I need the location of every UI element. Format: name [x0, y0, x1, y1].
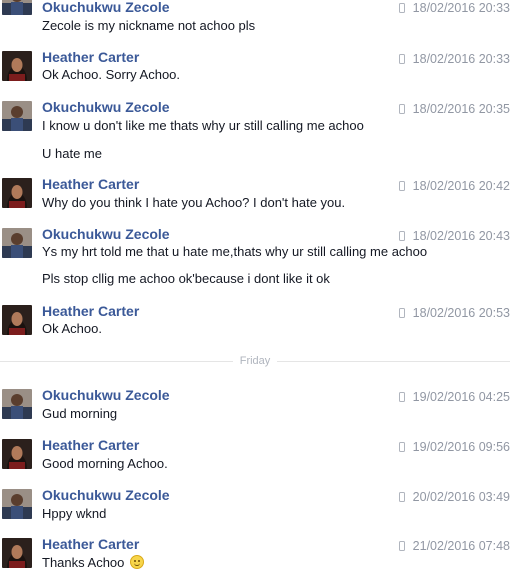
mobile-phone-icon [398, 492, 405, 502]
timestamp: 20/02/2016 03:49 [398, 489, 510, 505]
timestamp: 18/02/2016 20:33 [398, 0, 510, 16]
message-text: Gud morning [42, 406, 118, 421]
avatar[interactable] [2, 178, 32, 208]
message-text: Why do you think I hate you Achoo? I don… [42, 195, 346, 210]
avatar[interactable] [2, 0, 32, 15]
sender-name[interactable]: Okuchukwu Zecole [42, 487, 170, 503]
mobile-phone-icon [398, 392, 405, 402]
timestamp-text: 21/02/2016 07:48 [412, 539, 510, 553]
sender-name[interactable]: Heather Carter [42, 176, 139, 192]
sender-name[interactable]: Okuchukwu Zecole [42, 226, 170, 242]
smiley-icon [130, 555, 145, 569]
message-text: Zecole is my nickname not achoo pls [42, 18, 256, 33]
mobile-phone-icon [398, 3, 405, 13]
timestamp-text: 18/02/2016 20:33 [412, 52, 510, 66]
timestamp-text: 18/02/2016 20:53 [412, 306, 510, 320]
message-text-content: Thanks Achoo [42, 555, 125, 569]
mobile-phone-icon [398, 54, 405, 64]
sender-name[interactable]: Okuchukwu Zecole [42, 387, 170, 403]
message-text: Ok Achoo. Sorry Achoo. [42, 67, 181, 82]
mobile-phone-icon [398, 231, 405, 241]
timestamp-text: 18/02/2016 20:43 [412, 229, 510, 243]
timestamp-text: 19/02/2016 09:56 [412, 440, 510, 454]
avatar[interactable] [2, 439, 32, 469]
message-text: Ok Achoo. [42, 321, 102, 336]
sender-name[interactable]: Heather Carter [42, 303, 139, 319]
avatar[interactable] [2, 228, 32, 258]
mobile-phone-icon [398, 308, 405, 318]
avatar[interactable] [2, 51, 32, 81]
sender-name[interactable]: Heather Carter [42, 536, 139, 552]
timestamp: 18/02/2016 20:35 [398, 101, 510, 117]
mobile-phone-icon [398, 181, 405, 191]
message-text: I know u don't like me thats why ur stil… [42, 118, 364, 133]
timestamp-text: 19/02/2016 04:25 [412, 390, 510, 404]
sender-name[interactable]: Heather Carter [42, 437, 139, 453]
timestamp: 18/02/2016 20:42 [398, 178, 510, 194]
day-divider-label: Friday [233, 354, 277, 368]
sender-name[interactable]: Okuchukwu Zecole [42, 0, 170, 15]
message-text: Ys my hrt told me that u hate me,thats w… [42, 244, 428, 259]
timestamp: 21/02/2016 07:48 [398, 538, 510, 554]
timestamp-text: 18/02/2016 20:42 [412, 179, 510, 193]
avatar[interactable] [2, 305, 32, 335]
timestamp: 18/02/2016 20:43 [398, 228, 510, 244]
timestamp-text: 18/02/2016 20:33 [412, 1, 510, 15]
timestamp-text: 20/02/2016 03:49 [412, 490, 510, 504]
timestamp: 19/02/2016 04:25 [398, 389, 510, 405]
mobile-phone-icon [398, 104, 405, 114]
sender-name[interactable]: Heather Carter [42, 49, 139, 65]
avatar[interactable] [2, 489, 32, 519]
sender-name[interactable]: Okuchukwu Zecole [42, 99, 170, 115]
timestamp: 18/02/2016 20:33 [398, 51, 510, 67]
timestamp: 19/02/2016 09:56 [398, 439, 510, 455]
mobile-phone-icon [398, 541, 405, 551]
message-text: Hppy wknd [42, 506, 107, 521]
avatar[interactable] [2, 389, 32, 419]
message-text: U hate me [42, 146, 102, 161]
mobile-phone-icon [398, 442, 405, 452]
timestamp-text: 18/02/2016 20:35 [412, 102, 510, 116]
timestamp: 18/02/2016 20:53 [398, 305, 510, 321]
avatar[interactable] [2, 101, 32, 131]
message-text: Good morning Achoo. [42, 456, 168, 471]
avatar[interactable] [2, 538, 32, 568]
message-text: Pls stop cllig me achoo ok'because i don… [42, 271, 330, 286]
message-text: Thanks Achoo [42, 555, 145, 569]
